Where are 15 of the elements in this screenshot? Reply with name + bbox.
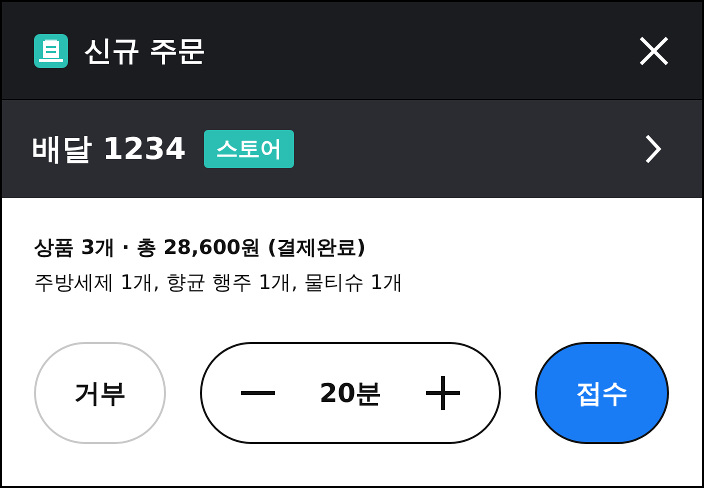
store-tag: 스토어 xyxy=(204,130,294,168)
reject-button[interactable]: 거부 xyxy=(34,342,166,444)
receipt-icon xyxy=(34,34,68,68)
window-title: 신규 주문 xyxy=(84,32,207,68)
accept-button[interactable]: 접수 xyxy=(535,342,669,444)
order-row[interactable]: 배달 1234 스토어 xyxy=(2,100,702,198)
order-label: 배달 1234 xyxy=(32,130,186,168)
time-value: 20분 xyxy=(319,378,382,410)
close-icon xyxy=(638,34,670,66)
minus-icon xyxy=(241,391,275,395)
chevron-right-icon xyxy=(644,133,662,165)
plus-icon xyxy=(426,376,460,410)
order-summary: 상품 3개 · 총 28,600원 (결제완료) xyxy=(34,234,367,261)
item-list: 주방세제 1개, 향균 행주 1개, 물티슈 1개 xyxy=(34,269,670,296)
close-button[interactable] xyxy=(638,34,670,66)
